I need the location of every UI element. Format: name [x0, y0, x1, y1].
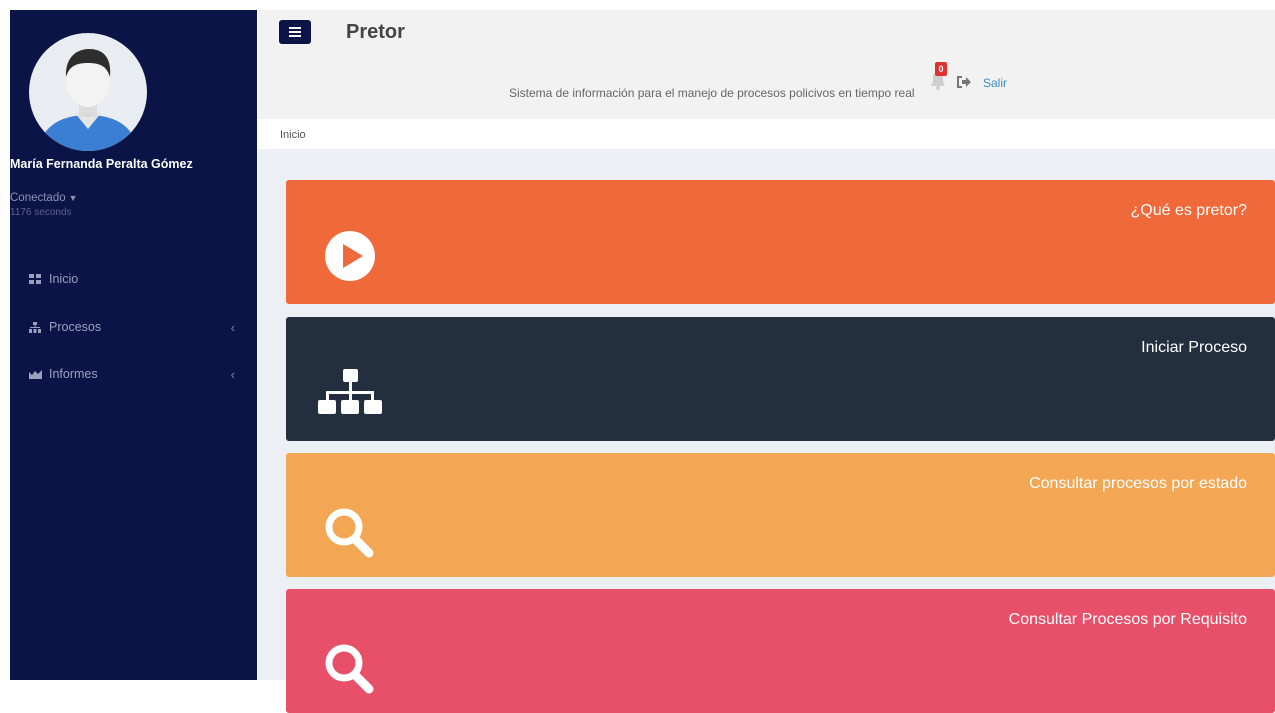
card-label: Iniciar Proceso: [1141, 339, 1247, 356]
card-iniciar-proceso[interactable]: Iniciar Proceso: [286, 317, 1275, 441]
app-tagline: Sistema de información para el manejo de…: [509, 86, 915, 100]
play-circle-icon: [325, 231, 375, 281]
search-icon: [325, 644, 374, 694]
card-label: ¿Qué es pretor?: [1130, 202, 1248, 219]
sidebar-item-inicio[interactable]: Inicio: [10, 267, 245, 291]
user-status[interactable]: Conectado ▼: [10, 192, 78, 204]
sitemap-icon: [28, 320, 42, 334]
sidebar-item-label: Procesos: [49, 320, 102, 334]
breadcrumb-bar: Inicio: [258, 119, 1275, 149]
user-name: María Fernanda Peralta Gómez: [10, 157, 193, 171]
sidebar-item-informes[interactable]: Informes ‹: [10, 362, 245, 386]
card-que-es-pretor[interactable]: ¿Qué es pretor?: [286, 180, 1275, 304]
app-title: Pretor: [346, 21, 405, 43]
sitemap-icon: [318, 369, 382, 414]
card-consultar-por-estado[interactable]: Consultar procesos por estado: [286, 453, 1275, 577]
user-avatar[interactable]: [29, 33, 147, 151]
menu-toggle-button[interactable]: [279, 20, 311, 44]
sidebar-item-label: Inicio: [49, 272, 79, 286]
hamburger-icon: [289, 27, 301, 37]
card-label: Consultar procesos por estado: [1029, 475, 1247, 492]
sign-out-icon[interactable]: [956, 75, 972, 89]
main-content: ¿Qué es pretor? Iniciar Proceso Consulta…: [258, 149, 1275, 713]
caret-down-icon: ▼: [68, 193, 78, 203]
dashboard-icon: [28, 272, 42, 286]
chevron-left-icon: ‹: [230, 366, 235, 382]
logout-link[interactable]: Salir: [983, 76, 1007, 90]
card-consultar-por-requisito[interactable]: Consultar Procesos por Requisito: [286, 589, 1275, 713]
top-navbar: Pretor Sistema de información para el ma…: [258, 10, 1275, 119]
sidebar-item-procesos[interactable]: Procesos ‹: [10, 315, 245, 339]
card-label: Consultar Procesos por Requisito: [1008, 611, 1247, 628]
session-timer: 1176 seconds: [10, 207, 72, 218]
sidebar-item-label: Informes: [49, 367, 98, 381]
search-icon: [325, 508, 374, 558]
chevron-left-icon: ‹: [230, 319, 235, 335]
sidebar: María Fernanda Peralta Gómez Conectado ▼ …: [10, 10, 257, 680]
area-chart-icon: [28, 367, 42, 381]
user-status-label: Conectado: [10, 192, 66, 204]
notification-badge: 0: [935, 62, 947, 76]
breadcrumb[interactable]: Inicio: [280, 129, 306, 141]
